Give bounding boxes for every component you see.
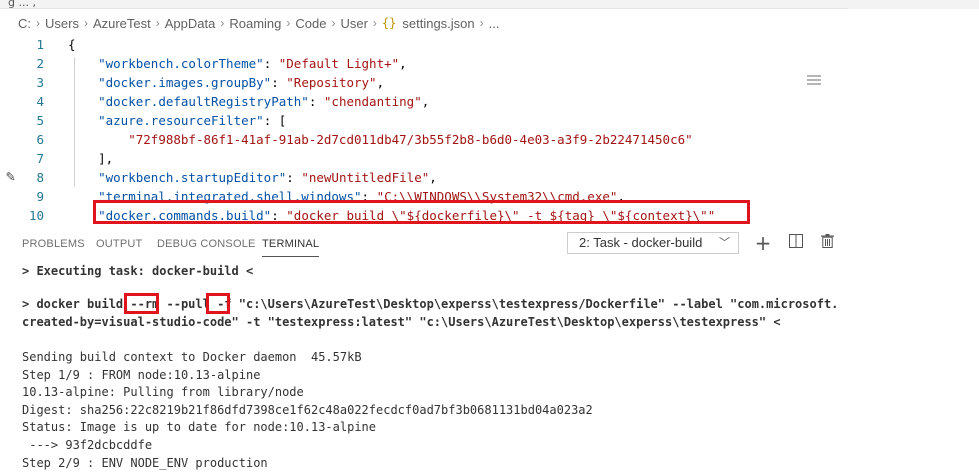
chevron-right-icon: ›	[83, 16, 88, 30]
cmd-prefix: > docker build	[22, 297, 131, 311]
plus-icon[interactable]: +	[754, 233, 772, 253]
terminal-command-line-2: created-by=visual-studio-code" -t "teste…	[22, 315, 781, 329]
trash-icon[interactable]	[818, 234, 836, 252]
terminal-executing-line: > Executing task: docker-build <	[22, 264, 254, 278]
code-line[interactable]: 4 "docker.defaultRegistryPath": "chendan…	[0, 92, 848, 111]
terminal-output-line: Step 2/9 : ENV NODE_ENV production	[22, 455, 268, 470]
code-text: "docker.images.groupBy": "Repository",	[98, 75, 385, 90]
breadcrumb-item[interactable]: settings.json	[402, 16, 474, 31]
tab-output[interactable]: OUTPUT	[96, 238, 142, 250]
terminal-output-line: Status: Image is up to date for node:10.…	[22, 420, 377, 435]
code-text: "workbench.colorTheme": "Default Light+"…	[98, 56, 407, 71]
tab-problems[interactable]: PROBLEMS	[22, 238, 85, 250]
chevron-right-icon: ›	[36, 16, 40, 30]
highlight-box-f-flag	[206, 293, 230, 314]
terminal-output-line: 10.13-alpine: Pulling from library/node	[22, 385, 304, 400]
code-line[interactable]: 8 "workbench.startupEditor": "newUntitle…	[0, 168, 848, 187]
code-editor[interactable]: ✎ 1{2 "workbench.colorTheme": "Default L…	[0, 35, 848, 225]
highlight-box-rm-flag	[124, 293, 159, 314]
chevron-right-icon: ›	[331, 16, 336, 30]
code-text: "docker.defaultRegistryPath": "chendanti…	[98, 94, 430, 109]
terminal-output-line: Digest: sha256:22c8219b21f86dfd7398ce1f6…	[22, 402, 593, 417]
line-number: 4	[36, 94, 44, 109]
terminal-output-line: Sending build context to Docker daemon 4…	[22, 350, 362, 364]
line-number: 1	[36, 37, 44, 52]
code-line[interactable]: 6 "72f988bf-86f1-41af-91ab-2d7cd011db47/…	[0, 130, 848, 149]
code-text: "azure.resourceFilter": [	[98, 113, 287, 128]
json-file-icon: {}	[381, 16, 397, 30]
chevron-right-icon: ›	[372, 16, 377, 30]
breadcrumb-item[interactable]: User	[340, 16, 367, 31]
chevron-right-icon: ›	[155, 16, 160, 30]
line-number: 3	[36, 75, 44, 90]
line-number: 7	[36, 151, 44, 166]
code-line[interactable]: 3 "docker.images.groupBy": "Repository",	[0, 73, 848, 92]
editor-tab-strip: g ... ,	[0, 0, 979, 9]
breadcrumb-item[interactable]: AppData	[165, 16, 216, 31]
code-text: ],	[68, 151, 114, 166]
chevron-right-icon: ›	[220, 16, 225, 30]
terminal-select[interactable]: 2: Task - docker-build ﹀	[567, 232, 739, 254]
highlight-box-build-setting	[93, 200, 750, 224]
line-number: 9	[36, 189, 44, 204]
line-number: 5	[36, 113, 44, 128]
tab-debug-console[interactable]: DEBUG CONSOLE	[157, 238, 256, 250]
code-text: "72f988bf-86f1-41af-91ab-2d7cd011db47/3b…	[128, 132, 693, 147]
code-line[interactable]: 1{	[0, 35, 848, 54]
terminal-select-value: 2: Task - docker-build	[579, 235, 703, 250]
code-line[interactable]: 2 "workbench.colorTheme": "Default Light…	[0, 54, 848, 73]
line-number: 10	[28, 208, 44, 223]
chevron-down-icon: ﹀	[719, 237, 730, 249]
breadcrumb-item[interactable]: Roaming	[229, 16, 281, 31]
code-text: {	[68, 37, 76, 52]
breadcrumb-item[interactable]: AzureTest	[93, 16, 151, 31]
line-number: 8	[36, 170, 44, 185]
chevron-right-icon: ›	[286, 16, 291, 30]
breadcrumb-item[interactable]: C:	[18, 16, 31, 31]
breadcrumb-item[interactable]: ...	[489, 16, 500, 31]
breadcrumb-item[interactable]: Code	[295, 16, 326, 31]
tab-terminal[interactable]: TERMINAL	[262, 238, 320, 257]
split-icon[interactable]	[787, 234, 805, 252]
terminal-output-line: ---> 93f2dcbcddfe	[22, 438, 153, 452]
chevron-right-icon: ›	[479, 16, 484, 30]
line-number: 2	[36, 56, 44, 71]
cmd-rest-1: "c:\Users\AzureTest\Desktop\experss\test…	[231, 297, 839, 311]
terminal-output[interactable]: > Executing task: docker-build < > docke…	[0, 260, 979, 470]
terminal-output-line: Step 1/9 : FROM node:10.13-alpine	[22, 367, 261, 382]
code-text: "workbench.startupEditor": "newUntitledF…	[98, 170, 437, 185]
breadcrumb: C: › Users › AzureTest › AppData › Roaming › Code ›…	[0, 9, 848, 37]
line-number: 6	[36, 132, 44, 147]
code-line[interactable]: 7 ],	[0, 149, 848, 168]
code-line[interactable]: 5 "azure.resourceFilter": [	[0, 111, 848, 130]
breadcrumb-item[interactable]: Users	[45, 16, 79, 31]
